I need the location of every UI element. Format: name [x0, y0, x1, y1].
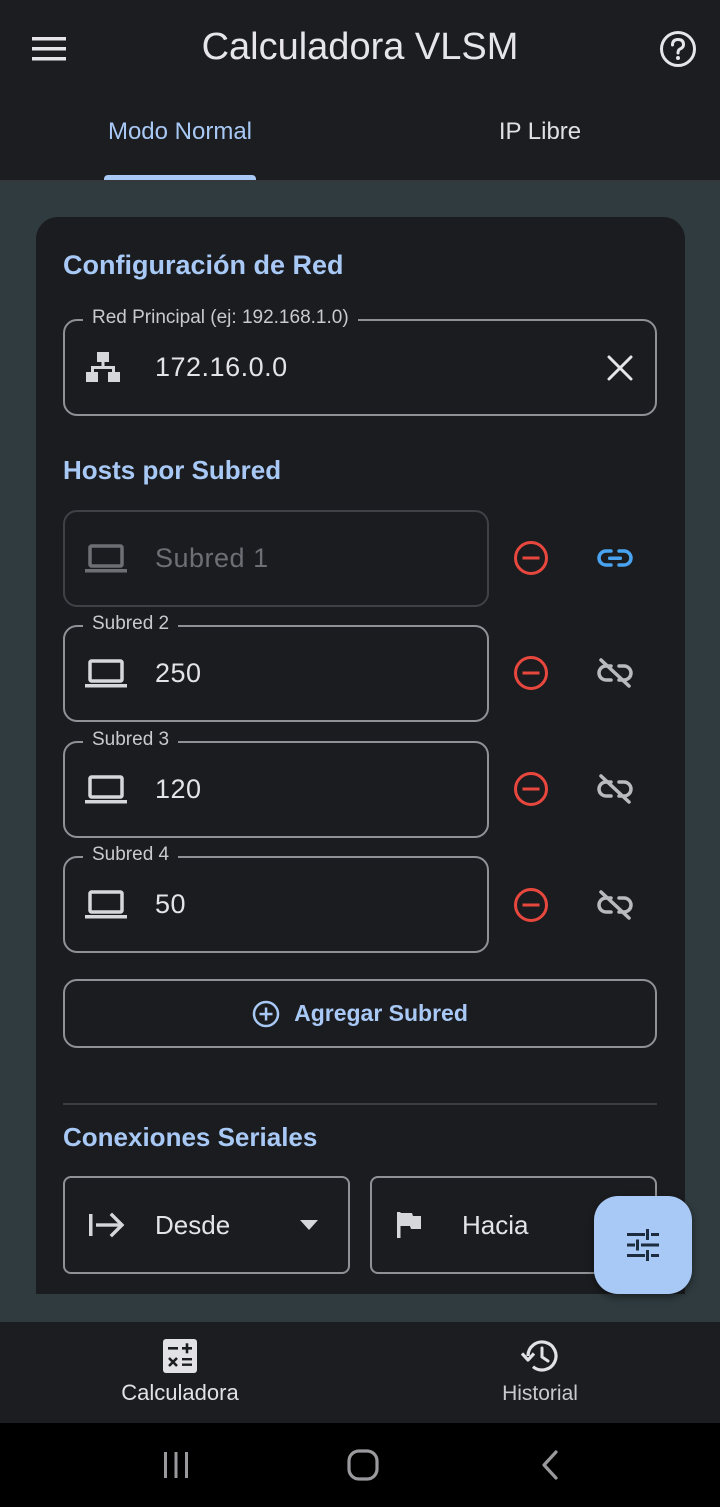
remove-subnet-1-button[interactable]: [511, 538, 551, 578]
tab-modo-normal[interactable]: Modo Normal: [60, 118, 300, 180]
flag-icon: [394, 1178, 424, 1272]
remove-subnet-4-button[interactable]: [511, 885, 551, 925]
remove-circle-icon: [514, 541, 548, 575]
remove-subnet-2-button[interactable]: [511, 653, 551, 693]
from-dropdown-value: Desde: [155, 1209, 231, 1240]
help-button[interactable]: [655, 26, 701, 72]
link-off-icon: [597, 774, 633, 804]
clear-button[interactable]: [607, 321, 633, 414]
link-subnet-3-button[interactable]: [595, 769, 635, 809]
to-dropdown-value: Hacia: [462, 1209, 529, 1240]
link-off-icon: [597, 890, 633, 920]
from-dropdown[interactable]: Desde: [63, 1176, 350, 1274]
back-icon: [542, 1450, 558, 1480]
subnet-1-input[interactable]: Subred 1: [155, 512, 269, 605]
add-circle-icon: [252, 1000, 280, 1027]
calculator-icon: [163, 1336, 197, 1376]
app-title: Calculadora VLSM: [201, 26, 519, 68]
tab-modo-normal-label: Modo Normal: [107, 118, 253, 145]
remove-subnet-3-button[interactable]: [511, 769, 551, 809]
close-icon: [607, 355, 633, 380]
hosts-section-title: Hosts por Subred: [63, 455, 282, 485]
link-icon: [597, 549, 633, 567]
app-bar: Calculadora VLSM Modo Normal IP Libre: [0, 0, 720, 180]
subnet-2-input[interactable]: 250: [155, 627, 202, 720]
section-divider: [63, 1103, 657, 1105]
history-icon: [521, 1336, 559, 1376]
tab-ip-libre-label: IP Libre: [498, 118, 582, 145]
config-section-title: Configuración de Red: [63, 250, 344, 280]
link-subnet-4-button[interactable]: [595, 885, 635, 925]
bottom-navigation: Calculadora Historial: [0, 1322, 720, 1423]
recent-apps-icon: [164, 1452, 188, 1478]
add-subnet-button[interactable]: Agregar Subred: [63, 979, 657, 1048]
remove-circle-icon: [514, 772, 548, 806]
nav-calculadora-label: Calculadora: [121, 1380, 239, 1405]
laptop-icon: [85, 627, 127, 720]
laptop-icon: [85, 743, 127, 836]
add-subnet-label: Agregar Subred: [294, 1000, 468, 1026]
home-button[interactable]: [341, 1443, 385, 1487]
tune-icon: [627, 1229, 659, 1261]
remove-circle-icon: [514, 888, 548, 922]
laptop-icon: [85, 512, 127, 605]
subnet-3-input[interactable]: 120: [155, 743, 202, 836]
nav-item-historial[interactable]: Historial: [360, 1322, 720, 1423]
link-subnet-2-button[interactable]: [595, 653, 635, 693]
tab-ip-libre[interactable]: IP Libre: [420, 118, 660, 180]
nav-item-calculadora[interactable]: Calculadora: [0, 1322, 360, 1423]
dropdown-arrow-icon: [300, 1178, 318, 1272]
laptop-icon: [85, 858, 127, 951]
subnet-4-input[interactable]: 50: [155, 858, 186, 951]
home-icon: [347, 1449, 379, 1481]
network-address-field[interactable]: Red Principal (ej: 192.168.1.0) 172.16.0…: [63, 307, 657, 416]
link-subnet-1-button[interactable]: [595, 538, 635, 578]
subnet-1-field[interactable]: Subred 1: [63, 510, 489, 607]
subnet-3-field[interactable]: Subred 3 120: [63, 729, 489, 838]
network-icon: [85, 321, 121, 414]
link-off-icon: [597, 658, 633, 688]
recent-apps-button[interactable]: [154, 1443, 198, 1487]
serial-section-title: Conexiones Seriales: [63, 1122, 318, 1152]
subnet-2-field[interactable]: Subred 2 250: [63, 613, 489, 722]
subnet-4-field[interactable]: Subred 4 50: [63, 844, 489, 953]
network-address-input[interactable]: 172.16.0.0: [155, 321, 288, 414]
nav-historial-label: Historial: [502, 1382, 578, 1405]
arrow-right-bar-icon: [87, 1178, 127, 1272]
settings-fab[interactable]: [594, 1196, 692, 1294]
help-icon: [660, 31, 696, 67]
back-button[interactable]: [528, 1443, 572, 1487]
remove-circle-icon: [514, 656, 548, 690]
